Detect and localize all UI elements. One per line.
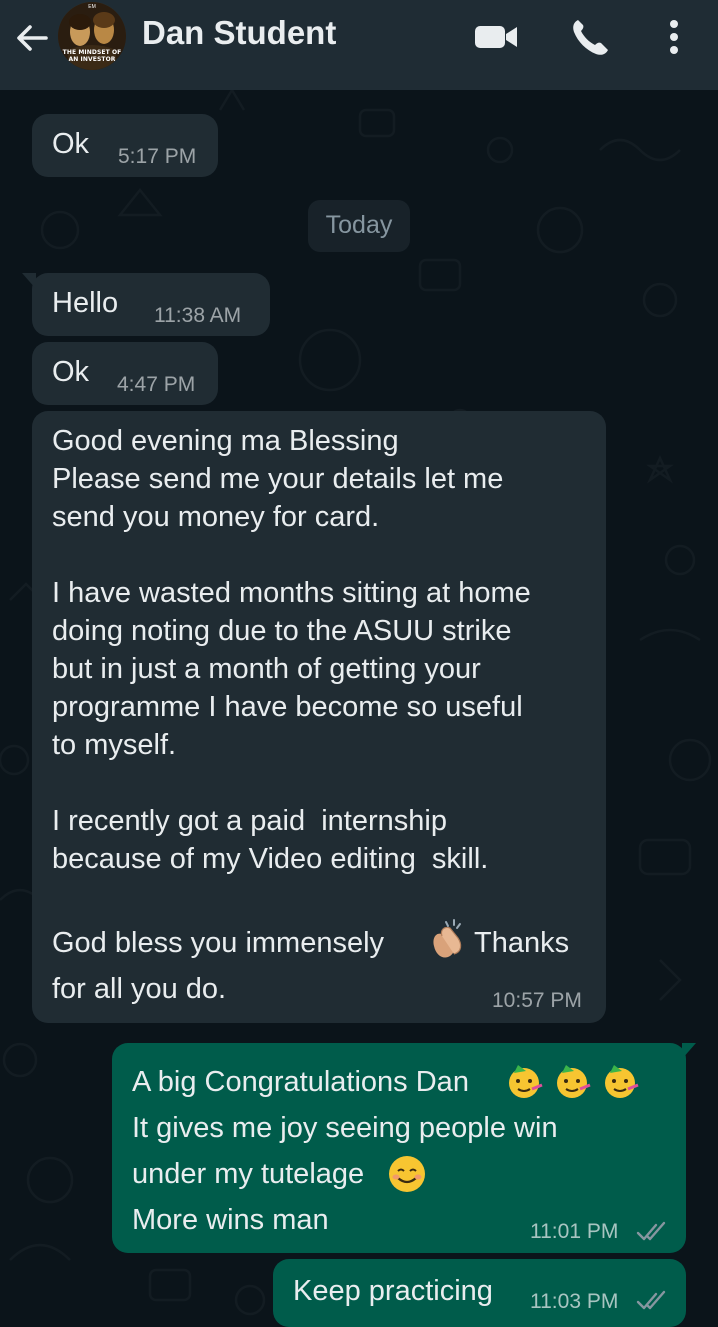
- message-line: I have wasted months sitting at home: [52, 577, 531, 609]
- message-line: Please send me your details let me: [52, 463, 504, 495]
- avatar-caption: THE MINDSET OF AN INVESTOR: [58, 49, 126, 63]
- partying-face-emoji: [605, 1065, 639, 1098]
- outgoing-message[interactable]: Keep practicing 11:03 PM: [273, 1259, 686, 1327]
- message-line: Good evening ma Blessing: [52, 425, 399, 457]
- message-text: Hello: [52, 287, 119, 319]
- message-time: 5:17 PM: [118, 145, 197, 168]
- message-line: God bless you immensely: [52, 927, 385, 959]
- message-line: A big Congratulations Dan: [132, 1066, 469, 1098]
- outgoing-message[interactable]: A big Congratulations Dan It gives me jo…: [112, 1043, 696, 1253]
- smiling-face-emoji: [389, 1156, 425, 1192]
- incoming-message[interactable]: Ok 4:47 PM: [32, 342, 218, 405]
- message-text: Keep practicing: [293, 1275, 493, 1307]
- avatar-caption-line1: THE MINDSET OF: [62, 49, 122, 56]
- more-options-icon[interactable]: [664, 16, 684, 58]
- read-receipt-icon: [636, 1290, 666, 1310]
- read-receipt-icon: [636, 1221, 666, 1241]
- message-line: for all you do.: [52, 973, 227, 1005]
- message-line: It gives me joy seeing people win: [132, 1112, 558, 1144]
- message-text: Ok: [52, 356, 90, 388]
- clapping-hands-emoji: [433, 919, 462, 958]
- bubble-tail: [682, 1043, 696, 1059]
- message-time: 4:47 PM: [117, 373, 196, 396]
- video-call-icon[interactable]: [472, 20, 520, 54]
- incoming-message[interactable]: Ok 5:17 PM: [32, 114, 218, 177]
- message-line: to myself.: [52, 729, 177, 761]
- message-line: Thanks: [474, 927, 570, 959]
- incoming-message[interactable]: Hello 11:38 AM: [22, 273, 270, 336]
- message-time: 11:01 PM: [530, 1220, 619, 1243]
- message-line: send you money for card.: [52, 501, 380, 533]
- message-line: doing noting due to the ASUU strike: [52, 615, 512, 647]
- message-time: 11:03 PM: [530, 1290, 619, 1313]
- partying-face-emoji: [557, 1065, 591, 1098]
- message-time: 11:38 AM: [154, 304, 242, 327]
- message-line: under my tutelage: [132, 1158, 365, 1190]
- message-line: More wins man: [132, 1204, 329, 1236]
- back-arrow-icon[interactable]: [12, 18, 52, 58]
- message-line: I recently got a paid internship: [52, 805, 447, 837]
- message-text: Ok: [52, 128, 90, 160]
- avatar-badge: EM: [88, 4, 96, 10]
- contact-name[interactable]: Dan Student: [142, 14, 336, 52]
- chat-header: EM THE MINDSET OF AN INVESTOR Dan Studen…: [0, 0, 718, 90]
- message-line: but in just a month of getting your: [52, 653, 481, 685]
- message-line: because of my Video editing skill.: [52, 843, 489, 875]
- incoming-message[interactable]: Good evening ma Blessing Please send me …: [32, 411, 606, 1023]
- avatar[interactable]: EM THE MINDSET OF AN INVESTOR: [58, 2, 126, 70]
- message-time: 10:57 PM: [492, 989, 582, 1012]
- message-line: programme I have become so useful: [52, 691, 523, 723]
- date-divider: Today: [308, 200, 410, 252]
- voice-call-icon[interactable]: [568, 16, 612, 58]
- partying-face-emoji: [509, 1065, 543, 1098]
- bubble-tail: [22, 273, 36, 289]
- avatar-caption-line2: AN INVESTOR: [68, 56, 116, 63]
- date-divider-label: Today: [325, 211, 393, 239]
